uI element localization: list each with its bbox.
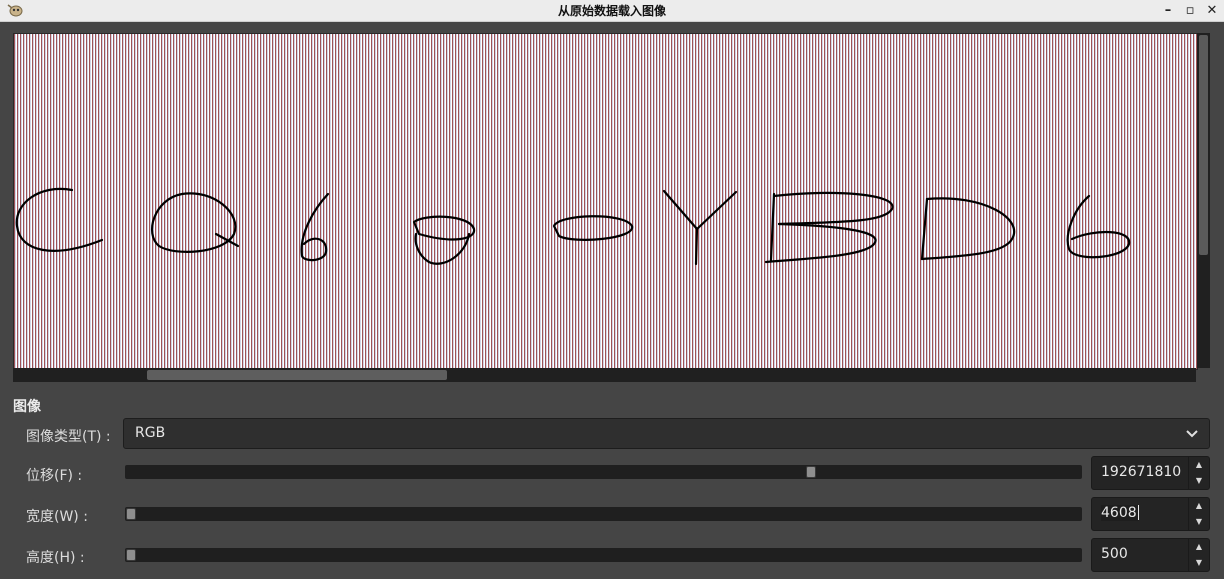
window-title: 从原始数据载入图像	[557, 4, 666, 18]
vertical-scroll-thumb[interactable]	[1199, 35, 1208, 255]
text-cursor	[1137, 505, 1139, 520]
width-spinbox[interactable]: 4608 ▲ ▼	[1091, 497, 1210, 531]
section-title-image: 图像	[13, 399, 41, 415]
preview-handwriting	[15, 187, 1131, 266]
title-bar: 从原始数据载入图像 – ▫ ✕	[0, 0, 1224, 22]
image-type-value: RGB	[135, 425, 166, 441]
height-value[interactable]: 500	[1101, 546, 1128, 562]
image-type-label: 图像类型(T) :	[26, 429, 111, 445]
image-preview[interactable]	[13, 33, 1198, 370]
width-slider-handle[interactable]	[126, 508, 136, 520]
close-button[interactable]: ✕	[1201, 0, 1223, 21]
offset-value[interactable]: 192671810	[1101, 464, 1181, 480]
width-decrement-button[interactable]: ▼	[1189, 514, 1209, 530]
offset-label: 位移(F) :	[26, 468, 83, 484]
height-increment-button[interactable]: ▲	[1189, 539, 1209, 555]
height-label: 高度(H) :	[26, 550, 85, 566]
preview-vertical-scrollbar[interactable]	[1197, 33, 1210, 368]
height-slider[interactable]	[125, 548, 1082, 562]
height-spinbox[interactable]: 500 ▲ ▼	[1091, 538, 1210, 572]
width-slider[interactable]	[125, 507, 1082, 521]
image-type-combo[interactable]: RGB	[123, 418, 1210, 449]
width-label: 宽度(W) :	[26, 509, 88, 525]
height-decrement-button[interactable]: ▼	[1189, 555, 1209, 571]
preview-horizontal-scrollbar[interactable]	[13, 368, 1196, 382]
offset-spinbox[interactable]: 192671810 ▲ ▼	[1091, 456, 1210, 490]
minimize-button[interactable]: –	[1157, 0, 1179, 21]
offset-increment-button[interactable]: ▲	[1189, 457, 1209, 473]
offset-slider-handle[interactable]	[806, 466, 817, 478]
chevron-down-icon	[1186, 430, 1198, 438]
height-slider-handle[interactable]	[126, 549, 136, 561]
horizontal-scroll-thumb[interactable]	[147, 370, 447, 380]
width-increment-button[interactable]: ▲	[1189, 498, 1209, 514]
maximize-button[interactable]: ▫	[1179, 0, 1201, 21]
width-value[interactable]: 4608	[1101, 505, 1137, 521]
offset-decrement-button[interactable]: ▼	[1189, 473, 1209, 489]
offset-slider[interactable]	[125, 465, 1082, 479]
